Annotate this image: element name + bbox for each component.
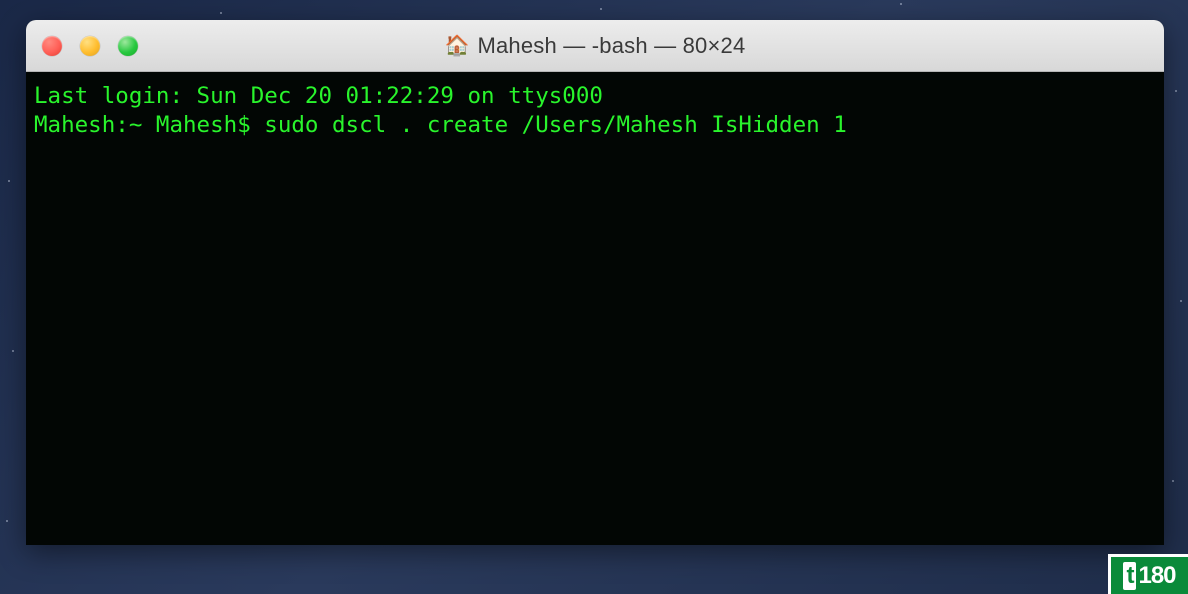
- watermark-prefix: t: [1123, 562, 1136, 590]
- minimize-button[interactable]: [80, 36, 100, 56]
- terminal-line: Mahesh:~ Mahesh$ sudo dscl . create /Use…: [34, 112, 847, 138]
- watermark-rest: 180: [1138, 562, 1175, 590]
- terminal-body[interactable]: Last login: Sun Dec 20 01:22:29 on ttys0…: [26, 72, 1164, 545]
- titlebar[interactable]: 🏠 Mahesh — -bash — 80×24: [26, 20, 1164, 72]
- close-button[interactable]: [42, 36, 62, 56]
- traffic-lights: [42, 36, 138, 56]
- window-title-wrap: 🏠 Mahesh — -bash — 80×24: [26, 33, 1164, 59]
- window-title: Mahesh — -bash — 80×24: [477, 33, 745, 59]
- terminal-window: 🏠 Mahesh — -bash — 80×24 Last login: Sun…: [26, 20, 1164, 545]
- watermark-badge: t180: [1108, 554, 1188, 594]
- terminal-line: Last login: Sun Dec 20 01:22:29 on ttys0…: [34, 83, 603, 109]
- maximize-button[interactable]: [118, 36, 138, 56]
- home-icon: 🏠: [445, 36, 470, 56]
